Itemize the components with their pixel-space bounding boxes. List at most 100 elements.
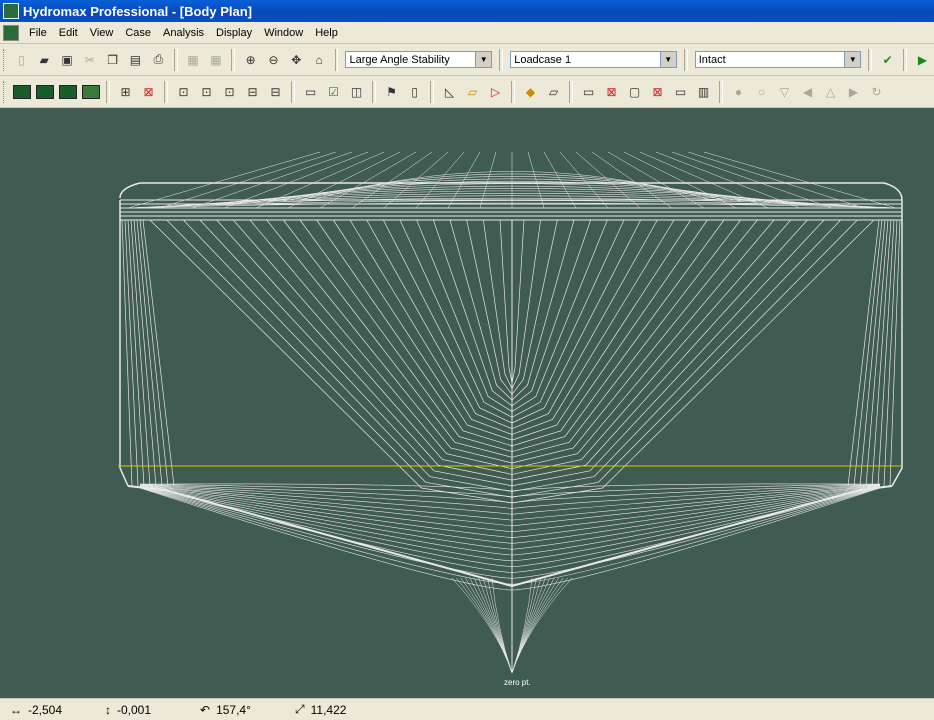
view-hull-icon[interactable]: ◺ — [439, 81, 460, 102]
toolbar-separator — [430, 80, 434, 103]
toolbar-separator — [719, 80, 723, 103]
hull-plan-icon[interactable] — [34, 81, 55, 102]
menu-analysis[interactable]: Analysis — [157, 27, 210, 39]
menu-file[interactable]: File — [23, 27, 53, 39]
sphere-icon[interactable]: ● — [728, 81, 749, 102]
damage-case-value: Intact — [698, 53, 726, 66]
side-wall-line — [853, 219, 883, 487]
y-coordinate-value: -0,001 — [117, 702, 152, 717]
hull-profile-icon[interactable] — [11, 81, 32, 102]
body-plan-view[interactable]: zero pt. — [0, 108, 934, 698]
toolbar-grip[interactable] — [3, 48, 7, 71]
compartment-alt-icon[interactable]: ⊡ — [196, 81, 217, 102]
table-alt-icon[interactable]: ▦ — [205, 49, 226, 70]
save-icon[interactable]: ▣ — [57, 49, 78, 70]
side-wall-line — [139, 219, 169, 487]
triangle-icon[interactable]: △ — [820, 81, 841, 102]
document-view-icon[interactable]: ▯ — [404, 81, 425, 102]
grid-toggle-icon[interactable]: ▥ — [693, 81, 714, 102]
hull-section-icon[interactable] — [57, 81, 78, 102]
label-toggle-icon[interactable]: ▭ — [670, 81, 691, 102]
document-icon[interactable] — [3, 24, 19, 41]
frame-hide-icon[interactable]: ⊠ — [647, 81, 668, 102]
damage-case-select[interactable]: Intact ▼ — [694, 51, 862, 68]
hull-outline — [119, 182, 903, 487]
waterplane-icon[interactable]: ◆ — [520, 81, 541, 102]
compartment-icon[interactable]: ⊡ — [173, 81, 194, 102]
open-folder-icon[interactable]: ▰ — [34, 49, 55, 70]
title-bar: Hydromax Professional - [Body Plan] — [0, 0, 934, 22]
x-coordinate-value: -2,504 — [28, 702, 63, 717]
underbody-line — [139, 487, 881, 591]
sections-icon[interactable]: ▱ — [543, 81, 564, 102]
print-icon[interactable]: ⎙ — [148, 49, 169, 70]
chevron-down-icon[interactable]: ▼ — [844, 52, 861, 67]
flag-icon[interactable]: ⚑ — [381, 81, 402, 102]
station-line — [511, 219, 575, 401]
station-line — [511, 219, 525, 384]
zoom-out-icon[interactable]: ⊖ — [263, 49, 284, 70]
station-line — [511, 219, 608, 412]
menu-view[interactable]: View — [84, 27, 120, 39]
sensor-icon[interactable]: ⊡ — [219, 81, 240, 102]
zoom-readout: ⤢ 11,422 — [295, 702, 380, 717]
hull-body-plan-drawing[interactable] — [0, 108, 934, 698]
paste-icon[interactable]: ▤ — [125, 49, 146, 70]
window-icon[interactable]: ▭ — [300, 81, 321, 102]
chevron-down-icon[interactable]: ▼ — [659, 52, 676, 67]
station-line — [511, 219, 708, 447]
menu-help[interactable]: Help — [309, 27, 344, 39]
analysis-type-select[interactable]: Large Angle Stability ▼ — [345, 51, 493, 68]
bow-line — [511, 577, 533, 674]
circle-icon[interactable]: ○ — [751, 81, 772, 102]
home-view-icon[interactable]: ⌂ — [309, 49, 330, 70]
frame-icon[interactable]: ▢ — [624, 81, 645, 102]
toolbar-separator — [499, 48, 504, 71]
step-forward-icon[interactable]: ▶ — [843, 81, 864, 102]
tank-delete-icon[interactable]: ⊠ — [138, 81, 159, 102]
hull-body-plan-icon[interactable] — [80, 81, 101, 102]
underbody-line — [139, 483, 881, 492]
underbody-line — [139, 485, 881, 533]
new-file-icon[interactable]: ▯ — [11, 49, 32, 70]
cut-icon[interactable]: ✂ — [79, 49, 100, 70]
toolbar-separator — [231, 48, 236, 71]
checklist-icon[interactable]: ✔ — [877, 49, 898, 70]
funnel-icon[interactable]: ▽ — [774, 81, 795, 102]
tank-add-icon[interactable]: ⊞ — [115, 81, 136, 102]
menu-edit[interactable]: Edit — [53, 27, 84, 39]
station-line — [333, 219, 513, 441]
analysis-type-value: Large Angle Stability — [349, 53, 450, 66]
station-line — [166, 219, 513, 498]
margin-line-icon[interactable]: ⊟ — [242, 81, 263, 102]
refresh-icon[interactable]: ↻ — [866, 81, 887, 102]
bow-line — [451, 577, 513, 674]
side-wall-line — [865, 219, 889, 487]
layers-icon[interactable]: ◫ — [346, 81, 367, 102]
shell-icon[interactable]: ▭ — [578, 81, 599, 102]
station-line — [399, 219, 513, 418]
view-bow-icon[interactable]: ▷ — [485, 81, 506, 102]
bow-line — [478, 577, 513, 674]
shell-hide-icon[interactable]: ⊠ — [601, 81, 622, 102]
chevron-down-icon[interactable]: ▼ — [475, 52, 492, 67]
menu-window[interactable]: Window — [258, 27, 309, 39]
station-line — [511, 219, 641, 424]
pan-icon[interactable]: ✥ — [286, 49, 307, 70]
loadcase-select[interactable]: Loadcase 1 ▼ — [510, 51, 677, 68]
check-box-icon[interactable]: ☑ — [323, 81, 344, 102]
table-icon[interactable]: ▦ — [183, 49, 204, 70]
view-deck-icon[interactable]: ▱ — [462, 81, 483, 102]
step-back-icon[interactable]: ◀ — [797, 81, 818, 102]
menu-display[interactable]: Display — [210, 27, 258, 39]
toolbar-grip[interactable] — [3, 80, 7, 103]
station-line — [511, 219, 858, 498]
bow-line — [456, 577, 513, 674]
zoom-in-icon[interactable]: ⊕ — [240, 49, 261, 70]
run-analysis-icon[interactable]: ▶ — [912, 49, 933, 70]
angle-readout: ↶ 157,4° — [200, 703, 285, 717]
copy-icon[interactable]: ❐ — [102, 49, 123, 70]
station-line — [299, 219, 513, 452]
menu-case[interactable]: Case — [119, 27, 157, 39]
key-point-icon[interactable]: ⊟ — [265, 81, 286, 102]
